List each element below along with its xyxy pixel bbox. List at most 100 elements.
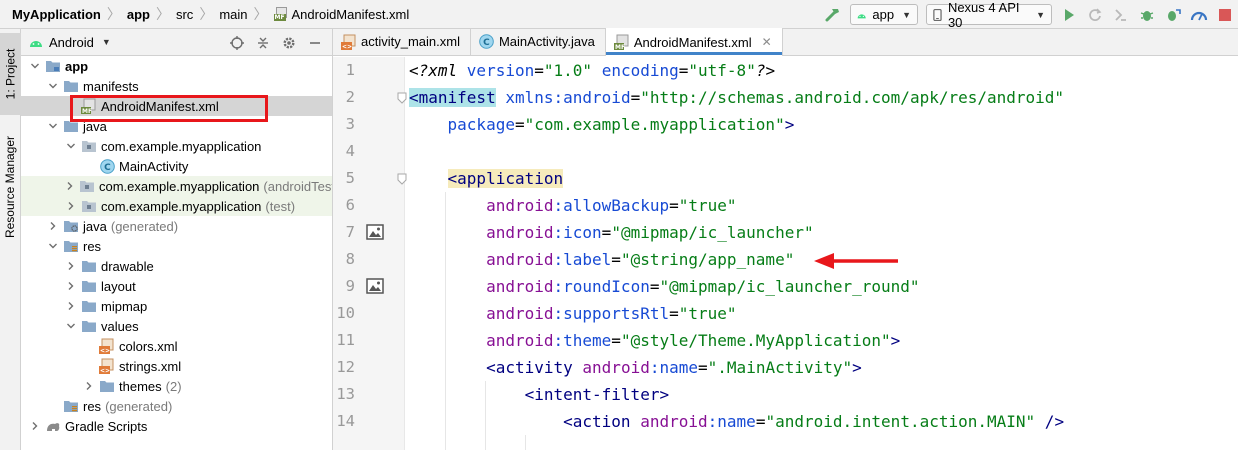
chevron-right-icon[interactable] <box>65 200 77 212</box>
tree-item[interactable]: <> strings.xml <box>21 356 332 376</box>
profiler-gauge-icon[interactable] <box>1188 4 1210 26</box>
xml-file-icon: <> <box>99 338 115 354</box>
project-tool-window-tab[interactable]: 1: Project <box>0 33 21 115</box>
editor-tab[interactable]: MF AndroidManifest.xml ✕ <box>605 28 783 56</box>
chevron-right-icon[interactable] <box>65 300 77 312</box>
code-token: = <box>669 196 679 215</box>
tree-item[interactable]: java <box>21 116 332 136</box>
tree-item-suffix: (generated) <box>110 218 179 234</box>
breadcrumb-item[interactable]: src <box>176 7 193 22</box>
editor-tab[interactable]: <> activity_main.xml <box>333 28 471 55</box>
editor-tab[interactable]: C MainActivity.java <box>471 28 606 55</box>
chevron-right-icon[interactable] <box>65 280 77 292</box>
chevron-right-icon[interactable] <box>65 180 75 192</box>
close-icon[interactable]: ✕ <box>762 35 772 49</box>
annotation-arrow-icon <box>814 253 898 269</box>
code-line: <intent-filter> <box>409 381 670 408</box>
code-token: android <box>640 412 708 431</box>
tree-item[interactable]: manifests <box>21 76 332 96</box>
tree-item-label: mipmap <box>101 298 148 314</box>
tree-item[interactable]: com.example.myapplication <box>21 136 332 156</box>
svg-text:<>: <> <box>100 348 110 355</box>
chevron-down-icon[interactable] <box>47 120 59 132</box>
build-hammer-icon[interactable] <box>822 4 844 26</box>
stop-icon[interactable] <box>1214 4 1236 26</box>
tree-item[interactable]: themes (2) <box>21 376 332 396</box>
tree-item[interactable]: app <box>21 56 332 76</box>
code-token: <activity <box>486 358 573 377</box>
chevron-right-icon[interactable] <box>29 420 41 432</box>
image-preview-icon[interactable] <box>365 222 385 242</box>
tree-item[interactable]: C MainActivity <box>21 156 332 176</box>
tree-item[interactable]: com.example.myapplication (androidTest) <box>21 176 332 196</box>
tree-item[interactable]: layout <box>21 276 332 296</box>
code-token: :name <box>649 358 699 377</box>
breadcrumb-item[interactable]: app <box>127 7 150 22</box>
gear-icon[interactable] <box>279 33 299 53</box>
chevron-right-icon[interactable] <box>47 220 59 232</box>
hide-panel-icon[interactable] <box>305 33 325 53</box>
tree-item-label: manifests <box>83 78 139 94</box>
code-token: version <box>466 61 535 80</box>
tree-item[interactable]: <> colors.xml <box>21 336 332 356</box>
tree-item[interactable]: drawable <box>21 256 332 276</box>
fold-marker-icon[interactable] <box>397 173 407 185</box>
tree-item-label: Gradle Scripts <box>65 418 148 434</box>
code-token: android <box>486 250 554 269</box>
chevron-down-icon[interactable] <box>47 240 59 252</box>
tree-item[interactable]: Gradle Scripts <box>21 416 332 436</box>
tree-item-label: themes <box>119 378 162 394</box>
tree-item[interactable]: MF AndroidManifest.xml <box>21 96 332 116</box>
apply-code-changes-icon[interactable] <box>1110 4 1132 26</box>
code-line: <?xml version="1.0" encoding="utf-8"?> <box>409 57 775 84</box>
code-line: <activity android:name=".MainActivity"> <box>409 354 862 381</box>
debug-bug-icon[interactable] <box>1136 4 1158 26</box>
attach-debugger-icon[interactable] <box>1162 4 1184 26</box>
breadcrumb-item[interactable]: MyApplication <box>12 7 101 22</box>
chevron-down-icon[interactable] <box>29 60 41 72</box>
tree-item[interactable]: res <box>21 236 332 256</box>
chevron-right-icon[interactable] <box>83 380 95 392</box>
locate-file-icon[interactable] <box>227 33 247 53</box>
collapse-all-icon[interactable] <box>253 33 273 53</box>
code-line: android:theme="@style/Theme.MyApplicatio… <box>409 327 900 354</box>
image-preview-icon[interactable] <box>365 276 385 296</box>
resource-manager-tab[interactable]: Resource Manager <box>0 125 21 249</box>
line-number: 6 <box>345 196 355 214</box>
chevron-down-icon[interactable] <box>65 320 77 332</box>
svg-text:MF: MF <box>82 108 92 114</box>
tree-item[interactable]: values <box>21 316 332 336</box>
code-line: <action android:name="android.intent.act… <box>409 408 1064 435</box>
tree-item[interactable]: com.example.myapplication (test) <box>21 196 332 216</box>
code-token: "@style/Theme.MyApplication" <box>620 331 891 350</box>
fold-marker-icon[interactable] <box>397 92 407 104</box>
line-number: 8 <box>345 250 355 268</box>
project-panel: Android ▼ app manifests MF AndroidManifest.… <box>21 29 333 450</box>
apply-changes-icon[interactable] <box>1084 4 1106 26</box>
breadcrumb-current-file[interactable]: MF AndroidManifest.xml <box>273 7 409 22</box>
line-number: 13 <box>336 385 355 403</box>
code-token: <action <box>563 412 631 431</box>
breadcrumb-item[interactable]: main <box>219 7 247 22</box>
code-token: :icon <box>553 223 602 242</box>
device-select[interactable]: Nexus 4 API 30 ▼ <box>926 0 1052 30</box>
chevron-down-icon[interactable] <box>47 80 59 92</box>
chevron-right-icon[interactable] <box>65 260 77 272</box>
tree-item[interactable]: java (generated) <box>21 216 332 236</box>
manifest-icon-tag: MF <box>273 14 286 21</box>
tree-item[interactable]: res (generated) <box>21 396 332 416</box>
tree-item[interactable]: mipmap <box>21 296 332 316</box>
run-configuration-select[interactable]: app ▼ <box>850 4 918 25</box>
tree-item-label: app <box>65 58 89 74</box>
chevron-down-icon[interactable]: ▼ <box>102 37 111 47</box>
editor-tabs: <> activity_main.xml C MainActivity.java MF A… <box>333 28 1238 56</box>
run-icon[interactable] <box>1058 4 1080 26</box>
project-view-select[interactable]: Android <box>49 35 94 50</box>
chevron-down-icon[interactable] <box>65 140 77 152</box>
